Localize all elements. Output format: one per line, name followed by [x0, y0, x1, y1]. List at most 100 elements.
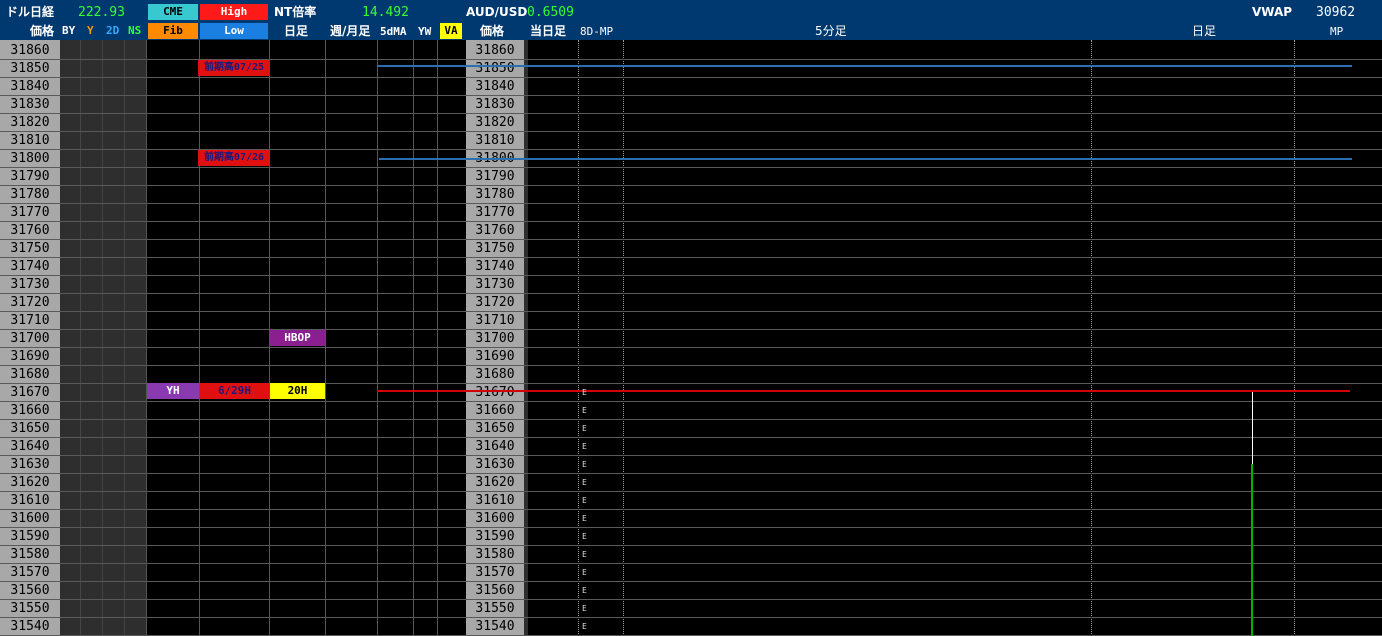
cme-button[interactable]: CME — [148, 4, 198, 20]
price-cell: 31660 — [10, 403, 50, 418]
price-cell: 31790 — [10, 169, 50, 184]
price-cell: 31770 — [10, 205, 50, 220]
row-divider — [0, 185, 1382, 186]
instrument-label: ドル日経 — [6, 5, 55, 19]
mp-tick: E — [582, 388, 587, 397]
price-cell: 31650 — [10, 421, 50, 436]
col-mp-header: MP — [1330, 25, 1344, 38]
mp-tick: E — [582, 532, 587, 541]
col-divider — [437, 40, 438, 636]
candle-body — [1251, 464, 1253, 636]
col-y-header: Y — [87, 24, 94, 37]
price-cell: 31550 — [475, 601, 515, 616]
price-cell: 31560 — [475, 583, 515, 598]
col-daily-header: 日足 — [284, 24, 309, 38]
price-cell: 31740 — [475, 259, 515, 274]
price-cell: 31690 — [475, 349, 515, 364]
mp-tick: E — [582, 478, 587, 487]
hbop-marker: HBOP — [270, 330, 325, 346]
row-divider — [0, 113, 1382, 114]
price-cell: 31830 — [10, 97, 50, 112]
col-price-header: 価格 — [30, 24, 55, 38]
mp-tick: E — [582, 604, 587, 613]
row-divider — [0, 581, 1382, 582]
col-va-header[interactable]: VA — [440, 23, 462, 39]
row-divider — [0, 419, 1382, 420]
price-cell: 31680 — [475, 367, 515, 382]
resistance-line-blue — [379, 158, 1352, 160]
col-divider — [377, 40, 378, 636]
col-2d-header: 2D — [106, 24, 120, 37]
row-divider — [0, 239, 1382, 240]
candle-wick — [1252, 392, 1253, 464]
fx-pair-value: 0.6509 — [527, 5, 574, 20]
grid-divider — [1091, 40, 1092, 636]
col-yw-header: YW — [418, 25, 432, 38]
col-divider — [325, 40, 326, 636]
row-divider — [0, 347, 1382, 348]
row-divider — [0, 365, 1382, 366]
price-cell: 31780 — [10, 187, 50, 202]
fib-button[interactable]: Fib — [148, 23, 198, 39]
row-divider — [0, 77, 1382, 78]
price-cell: 31760 — [475, 223, 515, 238]
nt-ratio-label: NT倍率 — [274, 5, 317, 19]
high-button[interactable]: High — [200, 4, 268, 20]
price-cell: 31550 — [10, 601, 50, 616]
price-cell: 31680 — [10, 367, 50, 382]
row-divider — [0, 509, 1382, 510]
price-cell: 31560 — [10, 583, 50, 598]
price-cell: 31820 — [475, 115, 515, 130]
row-divider — [0, 401, 1382, 402]
row-divider — [0, 545, 1382, 546]
price-cell: 31720 — [10, 295, 50, 310]
row-divider — [0, 455, 1382, 456]
h20-marker: 20H — [270, 383, 325, 399]
trading-ladder-window: ドル日経 222.93 CME High NT倍率 14.492 AUD/USD… — [0, 0, 1382, 636]
row-divider — [0, 563, 1382, 564]
row-divider — [0, 473, 1382, 474]
low-button[interactable]: Low — [200, 23, 268, 39]
row-divider — [0, 95, 1382, 96]
price-cell: 31810 — [10, 133, 50, 148]
price-cell: 31850 — [475, 61, 515, 76]
price-cell: 31640 — [10, 439, 50, 454]
price-column-gutter — [524, 40, 528, 636]
col-by-header: BY — [62, 24, 76, 37]
h629-marker: 6/29H — [200, 383, 269, 399]
price-cell: 31730 — [475, 277, 515, 292]
price-cell: 31860 — [10, 43, 50, 58]
col-price2-header: 価格 — [480, 24, 505, 38]
price-cell: 31670 — [475, 385, 515, 400]
price-cell: 31860 — [475, 43, 515, 58]
price-cell: 31650 — [475, 421, 515, 436]
vwap-label: VWAP — [1252, 5, 1293, 19]
fx-pair-label: AUD/USD — [466, 5, 528, 19]
col-today-header: 当日足 — [530, 24, 567, 38]
row-divider — [0, 527, 1382, 528]
price-cell: 31780 — [475, 187, 515, 202]
price-cell: 31730 — [10, 277, 50, 292]
price-cell: 31850 — [10, 61, 50, 76]
grid-divider — [623, 40, 624, 636]
price-cell: 31630 — [475, 457, 515, 472]
mp-tick: E — [582, 424, 587, 433]
col-divider — [80, 40, 81, 636]
col-weekly-monthly-header: 週/月足 — [330, 24, 371, 38]
prev-high-marker: 前期高07/25 — [198, 60, 270, 76]
price-cell: 31570 — [10, 565, 50, 580]
row-divider — [0, 491, 1382, 492]
price-cell: 31750 — [10, 241, 50, 256]
mp-tick: E — [582, 568, 587, 577]
col-divider — [413, 40, 414, 636]
grid-divider — [1294, 40, 1295, 636]
price-cell: 31760 — [10, 223, 50, 238]
col-5dma-header: 5dMA — [380, 25, 407, 38]
nt-ratio-value: 14.492 — [362, 5, 409, 20]
price-cell: 31720 — [475, 295, 515, 310]
vwap-value: 30962 — [1316, 5, 1356, 20]
row-divider — [0, 617, 1382, 618]
price-cell: 31660 — [475, 403, 515, 418]
row-divider — [0, 131, 1382, 132]
mp-tick: E — [582, 442, 587, 451]
